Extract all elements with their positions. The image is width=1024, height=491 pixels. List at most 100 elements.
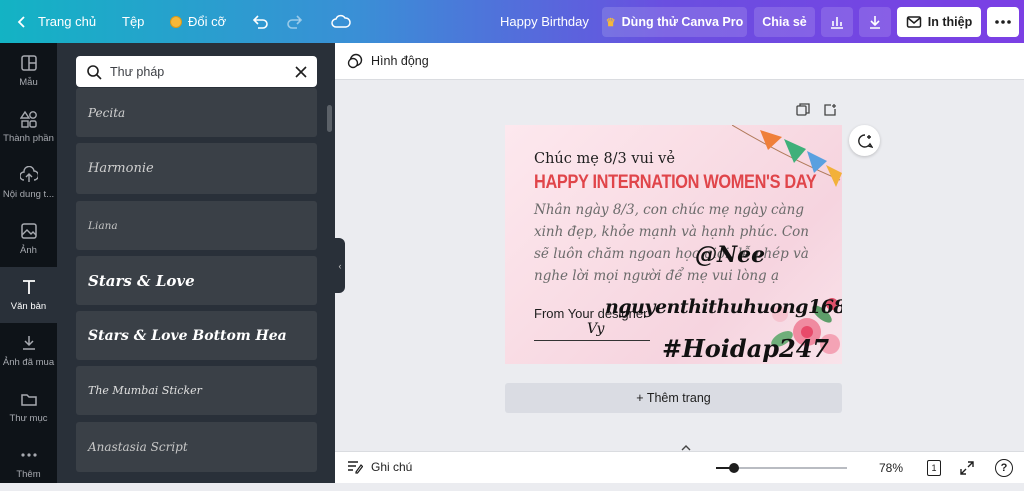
font-item-stars-love[interactable]: Stars & Love [76,256,317,305]
duplicate-icon [796,103,810,116]
zoom-slider-handle[interactable] [729,463,739,473]
search-input[interactable]: Thư pháp [110,65,287,79]
more-icon [20,453,37,457]
try-pro-button[interactable]: ♛ Dùng thử Canva Pro [602,7,747,37]
watermark-user: nguyenthithuhuong16880 [605,296,842,318]
redo-icon [287,14,303,29]
add-comment-button[interactable] [849,125,880,156]
elements-icon [19,110,37,128]
more-dots-icon [995,20,1011,24]
document-title[interactable]: Happy Birthday [500,0,589,43]
font-item-mumbai[interactable]: The Mumbai Sticker [76,366,317,415]
document-title-label: Happy Birthday [500,14,589,29]
font-search-box[interactable]: Thư pháp [76,56,317,87]
page-count-button[interactable]: 1 [927,460,941,476]
home-label: Trang chủ [38,14,97,29]
rail-label: Thành phần [3,133,54,144]
cloud-save-button[interactable] [331,0,351,43]
share-label: Chia sẻ [762,15,807,29]
rail-item-folders[interactable]: Thư mục [0,379,57,435]
animate-button[interactable]: Hình động [371,54,429,68]
rail-item-elements[interactable]: Thành phần [0,99,57,155]
text-panel: Thư pháp Pecita Harmonie Liana Stars & L… [57,43,335,483]
font-item-label: Stars & Love Bottom Hea [88,327,287,344]
font-item-pecita[interactable]: Pecita [76,88,317,137]
notes-icon [348,461,363,474]
chevron-left-icon: ‹ [338,260,342,271]
rail-label: Ảnh [20,245,37,256]
font-item-label: Liana [88,219,118,232]
add-page-icon-button[interactable] [822,102,838,118]
page-count: 1 [931,463,937,473]
font-item-label: Harmonie [88,161,154,176]
rail-label: Văn bản [10,301,47,312]
print-label: In thiệp [927,15,973,29]
signature-line [534,340,650,341]
zoom-level[interactable]: 78% [879,461,903,475]
editor-toolbar: Hình động [335,43,1024,80]
undo-button[interactable] [251,0,269,43]
purchased-icon [22,336,35,350]
rail-item-templates[interactable]: Mẫu [0,43,57,99]
rail-item-uploads[interactable]: Nội dung t... [0,155,57,211]
share-button[interactable]: Chia sẻ [754,7,815,37]
font-item-label: Pecita [88,105,126,120]
text-icon [22,280,35,294]
animate-icon [347,53,363,69]
rail-label: Ảnh đã mua [2,357,55,368]
envelope-icon [906,16,922,28]
download-button[interactable] [859,7,891,37]
card-title[interactable]: Chúc mẹ 8/3 vui vẻ [534,151,675,167]
redo-button[interactable] [286,0,304,43]
font-item-liana[interactable]: Liana [76,201,317,250]
print-button[interactable]: In thiệp [897,7,981,37]
rail-item-purchased[interactable]: Ảnh đã mua [0,323,57,379]
undo-icon [252,14,268,29]
folder-icon [20,394,37,406]
home-button[interactable]: Trang chủ [16,0,96,43]
font-item-harmonie[interactable]: Harmonie [76,143,317,194]
card-body-text[interactable]: Nhân ngày 8/3, con chúc mẹ ngày càng xin… [534,199,824,287]
coin-icon [170,15,182,28]
card-signature[interactable]: Vy [587,321,604,337]
font-item-anastasia[interactable]: Anastasia Script [76,422,317,472]
help-button[interactable]: ? [995,459,1013,477]
bottom-bar: Ghi chú 78% 1 ? [335,451,1024,483]
duplicate-page-button[interactable] [795,102,811,118]
search-icon [87,64,102,80]
collapse-panel-button[interactable]: ‹ [335,238,345,293]
insights-button[interactable] [821,7,853,37]
comment-add-icon [857,133,873,148]
download-icon [870,16,880,29]
font-item-label: The Mumbai Sticker [88,384,202,397]
rail-label: Mẫu [19,77,38,88]
card-headline[interactable]: HAPPY INTERNATION WOMEN'S DAY [534,172,817,194]
watermark-nee: @Nee [695,242,766,268]
add-page-icon [824,104,836,116]
close-icon[interactable] [295,65,307,78]
rail-label: Nội dung t... [2,189,55,200]
font-item-label: Anastasia Script [88,440,188,454]
more-options-button[interactable] [987,7,1019,37]
notes-button[interactable]: Ghi chú [347,460,412,474]
font-item-stars-love-bottom[interactable]: Stars & Love Bottom Hea [76,311,317,360]
add-page-button[interactable]: + Thêm trang [505,383,842,413]
zoom-slider[interactable] [716,463,847,473]
notes-label: Ghi chú [371,460,413,474]
resize-button[interactable]: Đổi cỡ [170,0,226,43]
upload-icon [19,166,38,182]
rail-item-photos[interactable]: Ảnh [0,211,57,267]
watermark-hashtag: #Hoidap247 [662,334,830,363]
file-label: Tệp [122,14,145,29]
file-menu[interactable]: Tệp [122,0,144,43]
top-bar: Trang chủ Tệp Đổi cỡ Happy Birthday ♛ Dù… [0,0,1024,43]
rail-item-text[interactable]: Văn bản [0,267,57,323]
bar-chart-icon [831,17,843,29]
expand-icon [960,461,974,475]
design-canvas[interactable]: Chúc mẹ 8/3 vui vẻ HAPPY INTERNATION WOM… [505,125,842,364]
fullscreen-button[interactable] [959,460,975,476]
side-rail: Mẫu Thành phần Nội dung t... Ảnh Văn bản… [0,43,57,483]
resize-label: Đổi cỡ [188,14,227,29]
template-icon [20,55,37,71]
panel-scrollbar[interactable] [327,105,332,132]
